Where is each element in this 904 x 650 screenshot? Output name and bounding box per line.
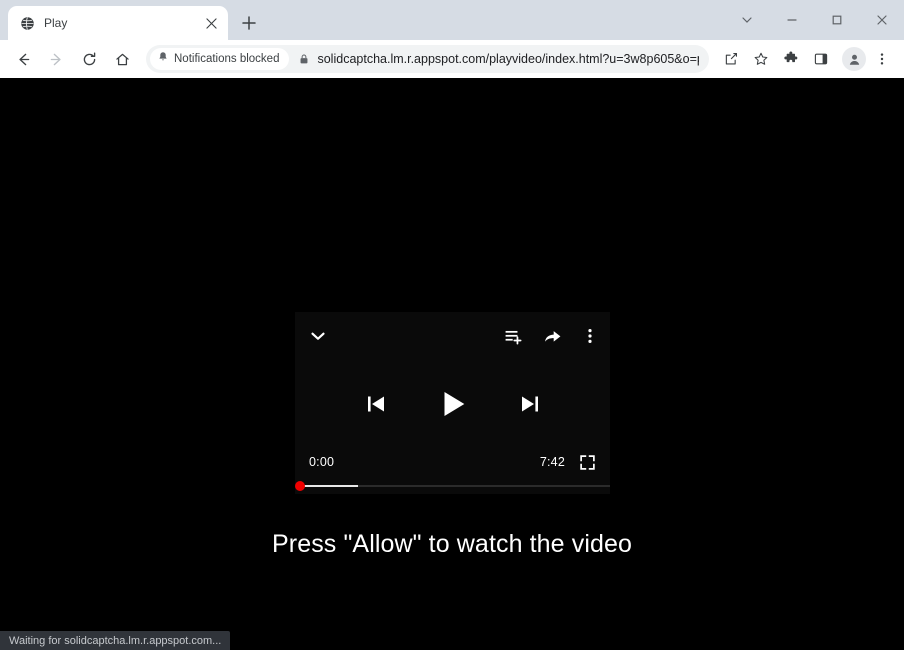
progress-scrubber-handle[interactable] <box>295 481 305 491</box>
url-text: solidcaptcha.lm.r.appspot.com/playvideo/… <box>317 52 699 66</box>
player-top-bar <box>295 312 610 360</box>
player-progress-bar[interactable] <box>295 481 610 491</box>
home-icon[interactable] <box>107 44 137 74</box>
toolbar-icons <box>715 45 896 73</box>
page-viewport: 0:00 7:42 Press "Allow" to watch the vid… <box>0 78 904 650</box>
share-icon[interactable] <box>717 45 745 73</box>
browser-menu-icon[interactable] <box>868 45 896 73</box>
reload-icon[interactable] <box>74 44 104 74</box>
browser-window: Play Notifications blocked solidcaptcha.… <box>0 0 904 650</box>
page-headline: Press "Allow" to watch the video <box>272 530 632 558</box>
forward-icon <box>41 44 71 74</box>
tab-strip: Play <box>0 0 904 40</box>
skip-previous-icon[interactable] <box>364 392 388 416</box>
close-window-icon[interactable] <box>859 0 904 40</box>
tab-title: Play <box>44 16 68 30</box>
tab-search-chevron-down-icon[interactable] <box>724 0 769 40</box>
close-icon[interactable] <box>202 14 220 32</box>
maximize-icon[interactable] <box>814 0 859 40</box>
share-arrow-icon[interactable] <box>543 327 562 346</box>
notifications-blocked-label: Notifications blocked <box>174 53 280 65</box>
window-controls <box>724 0 904 40</box>
side-panel-icon[interactable] <box>807 45 835 73</box>
skip-next-icon[interactable] <box>518 392 542 416</box>
player-transport-controls <box>295 374 610 434</box>
duration-time: 7:42 <box>539 455 565 469</box>
browser-toolbar: Notifications blocked solidcaptcha.lm.r.… <box>0 40 904 78</box>
player-more-options-icon[interactable] <box>582 328 598 344</box>
player-top-actions <box>504 327 598 346</box>
fullscreen-icon[interactable] <box>579 454 596 471</box>
globe-icon <box>19 15 35 31</box>
collapse-chevron-down-icon[interactable] <box>307 325 329 347</box>
add-to-queue-icon[interactable] <box>504 327 523 346</box>
bell-icon <box>157 50 169 68</box>
address-bar[interactable]: Notifications blocked solidcaptcha.lm.r.… <box>146 45 709 73</box>
minimize-icon[interactable] <box>769 0 814 40</box>
browser-tab[interactable]: Play <box>8 6 228 40</box>
status-bubble: Waiting for solidcaptcha.lm.r.appspot.co… <box>0 631 231 650</box>
notifications-blocked-chip[interactable]: Notifications blocked <box>150 48 290 70</box>
lock-icon[interactable] <box>293 53 315 65</box>
progress-buffered <box>298 485 358 487</box>
extensions-puzzle-icon[interactable] <box>777 45 805 73</box>
avatar[interactable] <box>842 47 866 71</box>
new-tab-button[interactable] <box>235 9 263 37</box>
video-player[interactable]: 0:00 7:42 <box>295 312 610 494</box>
play-button[interactable] <box>436 387 470 421</box>
bookmark-star-icon[interactable] <box>747 45 775 73</box>
back-icon[interactable] <box>8 44 38 74</box>
current-time: 0:00 <box>309 455 335 469</box>
player-bottom-bar: 0:00 7:42 <box>295 450 610 474</box>
